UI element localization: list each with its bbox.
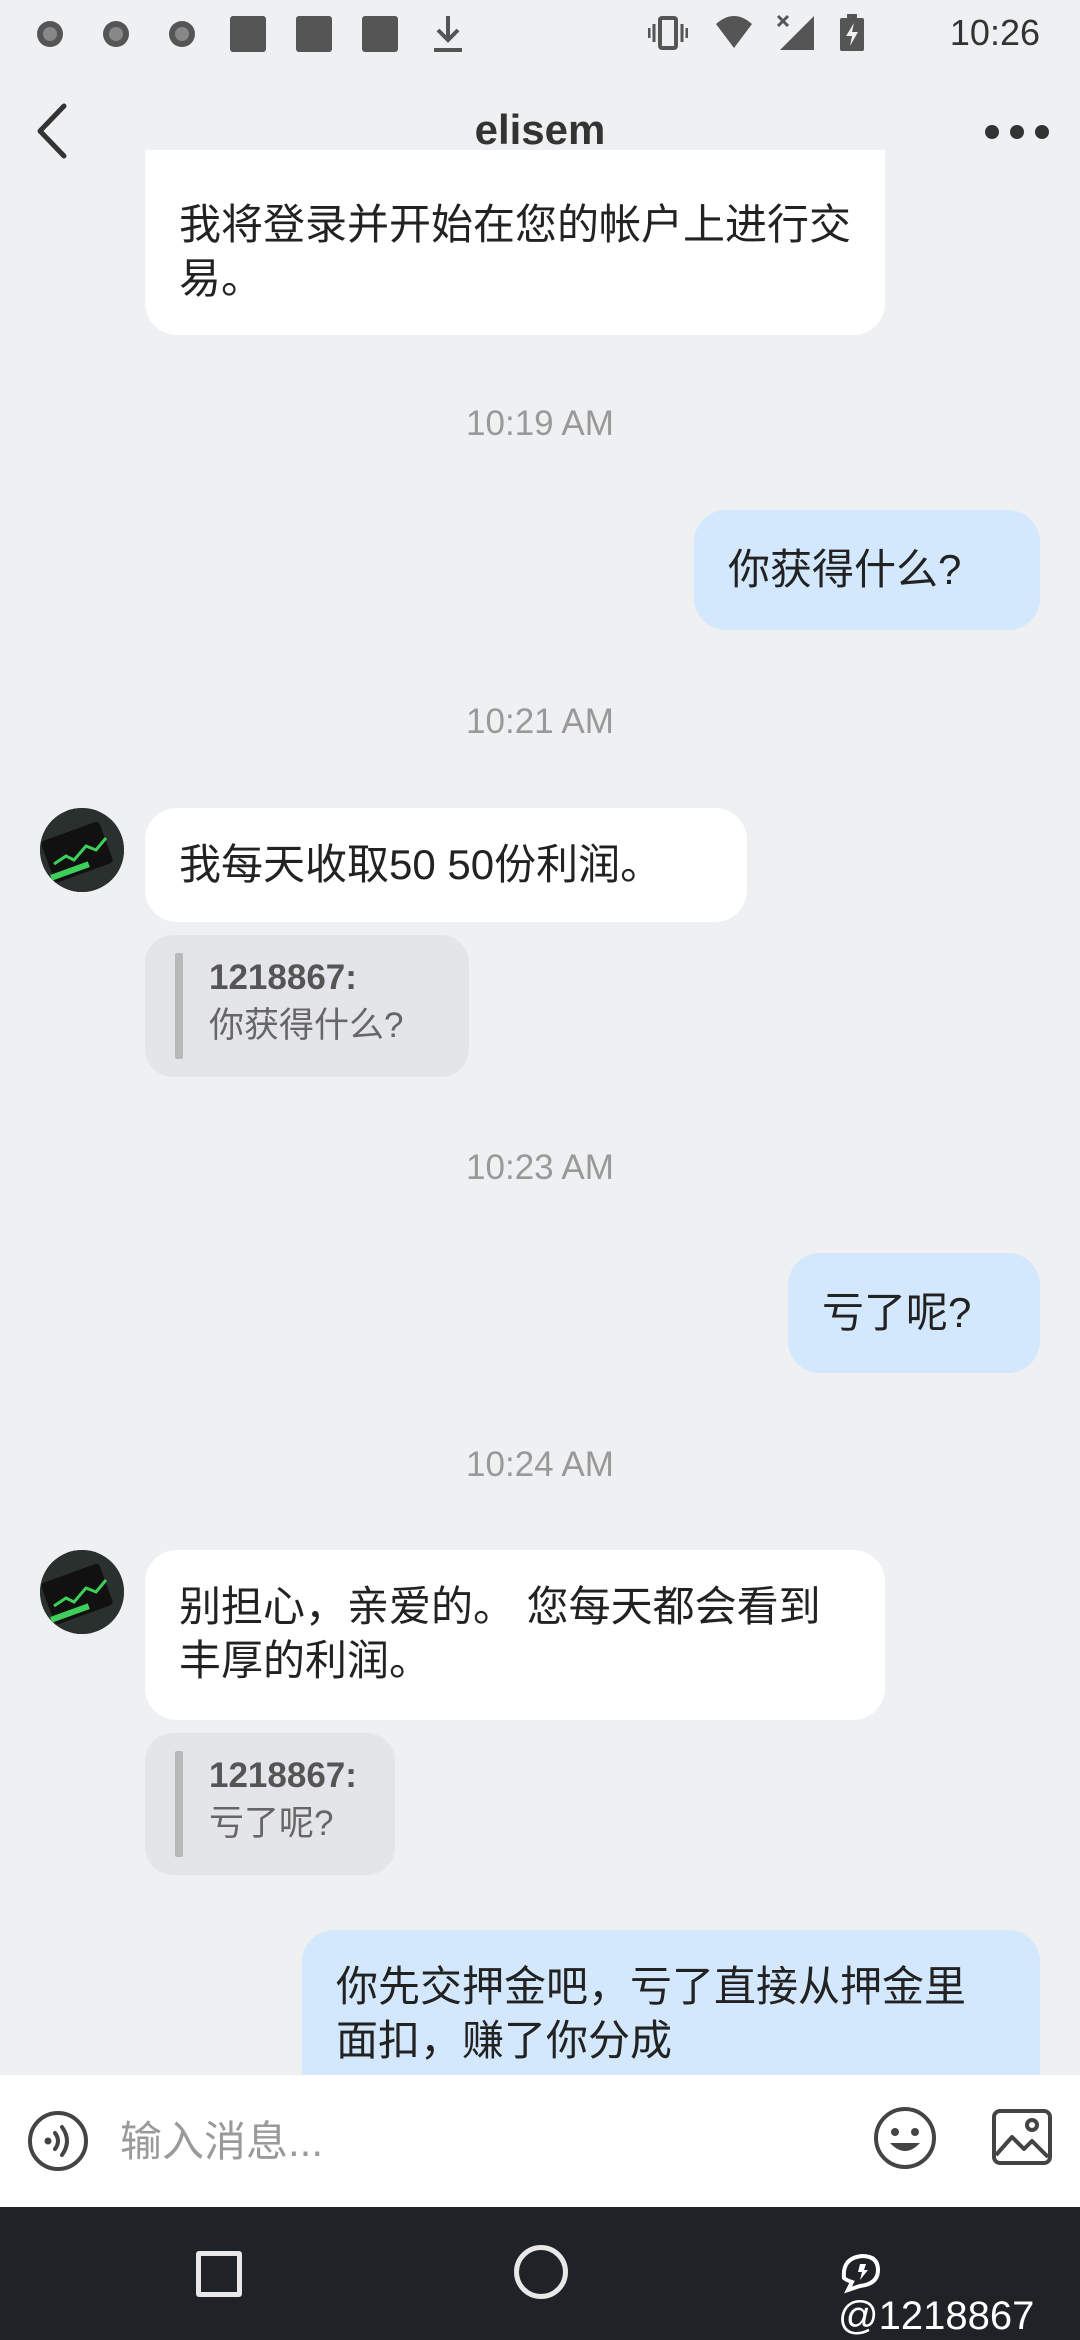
battery-icon — [840, 14, 864, 51]
download-icon — [434, 16, 462, 52]
watermark: @1218867 — [838, 2247, 1080, 2339]
message-text: 你获得什么? — [728, 546, 962, 593]
recent-apps-button[interactable] — [196, 2251, 242, 2297]
outgoing-message[interactable]: 你先交押金吧，亏了直接从押金里面扣，赚了你分成 — [302, 1930, 1040, 2090]
app-icon — [296, 16, 332, 52]
image-picker-button[interactable] — [990, 2105, 1054, 2169]
message-text: 我每天收取50 50份利润。 — [179, 841, 663, 888]
message-timestamp: 10:23 AM — [466, 1148, 614, 1187]
quote-bar — [175, 1751, 183, 1857]
message-text: 我将登录并开始在您的帐户上进行交易。 — [179, 201, 852, 302]
quote-author: 1218867: — [209, 1756, 357, 1795]
avatar[interactable] — [40, 1550, 124, 1634]
app-icon — [362, 16, 398, 52]
quote-author: 1218867: — [209, 958, 357, 997]
incoming-message[interactable]: 我每天收取50 50份利润。 — [145, 808, 747, 922]
status-time: 10:26 — [949, 12, 1040, 53]
quote-text: 亏了呢? — [209, 1804, 334, 1843]
platform-logo-icon — [841, 2254, 881, 2294]
signal-icon — [776, 14, 814, 50]
chat-title: elisem — [474, 106, 606, 153]
home-button[interactable] — [514, 2245, 568, 2299]
message-timestamp: 10:24 AM — [466, 1445, 614, 1484]
notification-icon — [103, 21, 129, 47]
avatar-image — [40, 808, 124, 892]
incoming-message[interactable]: 我将登录并开始在您的帐户上进行交易。 — [145, 150, 885, 335]
voice-input-button[interactable] — [26, 2109, 90, 2173]
message-timestamp: 10:19 AM — [466, 404, 614, 443]
notification-icon — [37, 21, 63, 47]
system-nav-bar: @1218867 — [0, 2207, 1080, 2340]
message-timestamp: 10:21 AM — [466, 702, 614, 741]
vibrate-icon — [648, 16, 688, 50]
quote-text: 你获得什么? — [209, 1006, 404, 1045]
message-input[interactable] — [118, 2105, 842, 2179]
incoming-message[interactable]: 别担心，亲爱的。 您每天都会看到丰厚的利润。 — [145, 1550, 885, 1720]
quote-bar — [175, 953, 183, 1059]
app-icon — [230, 16, 266, 52]
emoji-button[interactable] — [872, 2105, 938, 2171]
message-text: 你先交押金吧，亏了直接从押金里面扣，赚了你分成 — [336, 1963, 967, 2064]
avatar[interactable] — [40, 808, 124, 892]
quoted-reply[interactable]: 1218867: 你获得什么? — [145, 935, 469, 1077]
more-options-button[interactable] — [982, 112, 1052, 152]
watermark-text: @1218867 — [838, 2294, 1035, 2339]
outgoing-message[interactable]: 亏了呢? — [788, 1253, 1040, 1373]
status-bar: 10:26 — [0, 0, 1080, 68]
quoted-reply[interactable]: 1218867: 亏了呢? — [145, 1733, 395, 1875]
avatar-image — [40, 1550, 124, 1634]
message-input-bar — [0, 2075, 1080, 2207]
outgoing-message[interactable]: 你获得什么? — [694, 510, 1040, 630]
message-text: 别担心，亲爱的。 您每天都会看到丰厚的利润。 — [179, 1583, 821, 1684]
wifi-icon — [716, 16, 752, 48]
notification-icon — [169, 21, 195, 47]
message-text: 亏了呢? — [822, 1289, 972, 1336]
